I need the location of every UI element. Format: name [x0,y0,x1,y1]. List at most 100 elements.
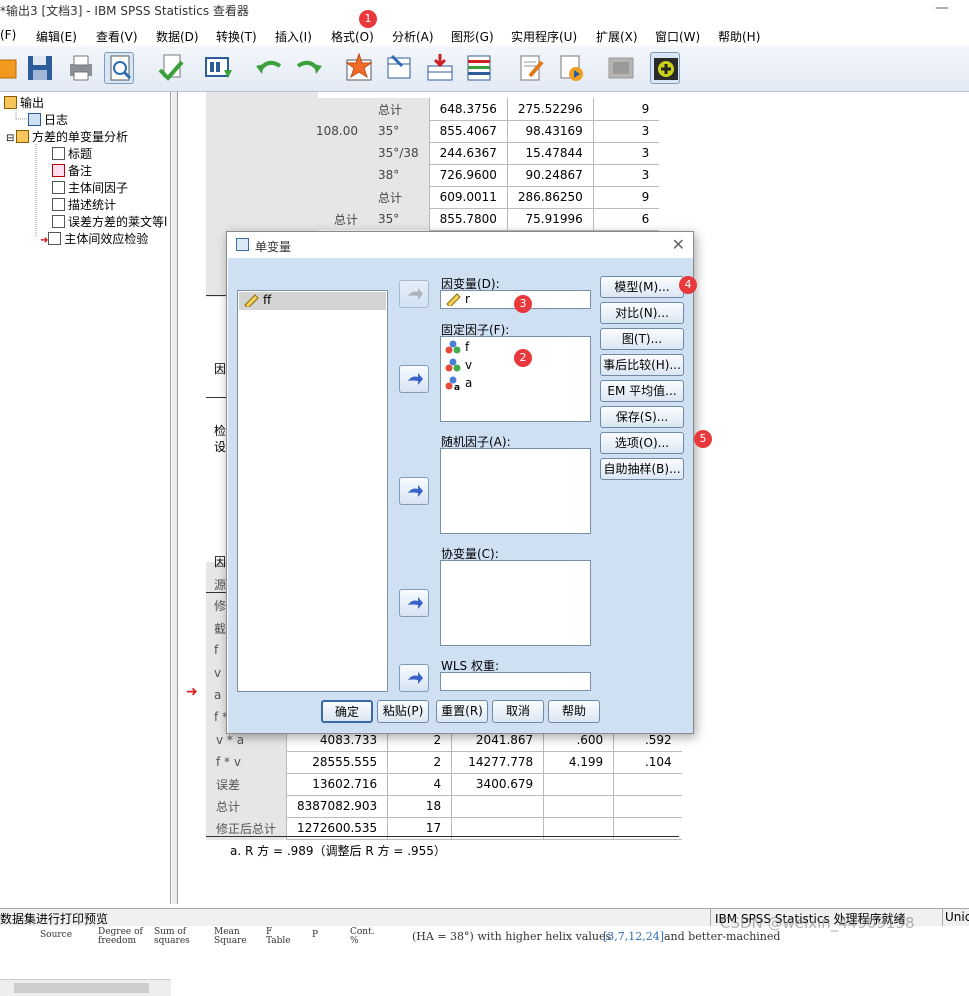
left-fragment-7: f [214,643,219,657]
table-cell: 35°/38 [368,142,430,164]
menu-edit[interactable]: 编辑(E) [36,28,77,45]
contrasts-button[interactable]: 对比(N)... [600,302,684,324]
table-row: 35°/38 244.6367 15.47844 3 [306,142,660,165]
dialog-title: 单变量 [255,240,292,254]
redo-icon[interactable] [294,52,324,84]
print-preview-icon[interactable] [104,52,134,84]
bootstrap-button[interactable]: 自助抽样(B)... [600,458,684,480]
goto-data-icon[interactable] [344,52,374,84]
left-fragment-9: a [214,688,222,702]
table-row: 误差 13602.716 4 3400.679 [206,773,682,796]
effects-table: v * a 4083.733 2 2041.867.600.592 f * v 28555… [206,729,682,840]
plots-button[interactable]: 图(T)... [600,328,684,350]
tree-item-descriptives[interactable]: 描述统计 [52,196,116,213]
move-to-wls-button[interactable] [399,664,429,692]
table-cell: 18 [387,795,452,818]
table-cell: 3 [592,164,660,187]
bg-text: P [312,930,319,940]
add-icon[interactable] [650,52,680,84]
move-to-covariate-button[interactable] [399,589,429,617]
reset-button[interactable]: 重置(R) [436,700,488,723]
move-to-dependent-button[interactable] [399,280,429,308]
source-variable-list[interactable]: ff [237,290,388,692]
help-button[interactable]: 帮助 [548,700,600,723]
tree-item-levene[interactable]: 误差方差的莱文等l [52,213,167,230]
menu-format[interactable]: 格式(O) [331,28,374,45]
menu-insert[interactable]: 插入(I) [275,28,312,45]
dialog-title-bar: 单变量 ✕ [227,232,693,258]
recall-dialog-icon[interactable] [204,52,234,84]
close-icon[interactable]: ✕ [672,235,685,254]
right-arrow-icon [408,373,423,385]
designate-window-icon[interactable] [516,52,546,84]
dependent-var-r[interactable]: r [445,292,470,309]
menu-window[interactable]: 窗口(W) [655,28,700,45]
options-button[interactable]: 选项(O)... [600,432,684,454]
right-arrow-icon [408,485,423,497]
nominal-icon [445,358,461,375]
table-cell: 8387082.903 [286,795,388,818]
menu-transform[interactable]: 转换(T) [216,28,257,45]
nominal-icon [445,340,461,357]
table-cell: 28555.555 [286,751,388,774]
menu-analyze[interactable]: 分析(A) [392,28,434,45]
model-button[interactable]: 模型(M)... [600,276,684,298]
table-rule-2 [206,397,226,398]
fixed-var-v[interactable]: v [445,358,472,375]
save-button[interactable]: 保存(S)... [600,406,684,428]
right-arrow-icon [408,672,423,684]
variables-icon[interactable] [424,52,454,84]
table-row: 总计 35° 855.7800 75.91996 6 [306,208,660,231]
table-cell: 4 [387,773,452,796]
tree-item-factors[interactable]: 主体间因子 [52,179,128,196]
post-hoc-button[interactable]: 事后比较(H)... [600,354,684,376]
goto-case-icon[interactable] [384,52,414,84]
menu-view[interactable]: 查看(V) [96,28,138,45]
ok-button[interactable]: 确定 [321,700,373,723]
print-icon[interactable] [66,52,96,84]
table-cell: 648.3756 [428,98,508,121]
outline-scrollbar[interactable] [0,979,171,996]
move-to-random-button[interactable] [399,477,429,505]
bg-text: F Table [266,927,291,946]
menu-utilities[interactable]: 实用程序(U) [511,28,577,45]
disabled-tool-icon[interactable] [606,52,636,84]
split-file-icon[interactable] [464,52,494,84]
bg-text: Cont. % [350,927,375,946]
table-cell: 35° [368,120,430,142]
save-icon[interactable] [26,52,56,84]
open-icon[interactable] [0,52,18,84]
menu-data[interactable]: 数据(D) [156,28,199,45]
minimize-icon[interactable]: — [935,0,949,16]
menu-help[interactable]: 帮助(H) [718,28,760,45]
table-cell: 总计 [306,208,368,230]
descriptives-table: 总计 648.3756 275.52296 9 108.00 35° 855.4067 98.… [306,98,660,231]
annotation-badge-5: 5 [694,430,712,448]
menu-graphs[interactable]: 图形(G) [451,28,494,45]
wls-field[interactable] [440,672,591,691]
bg-text: Degree of freedom [98,927,143,946]
move-to-fixed-button[interactable] [399,365,429,393]
table-row: 总计 8387082.903 18 [206,795,682,818]
fixed-var-a[interactable]: aa [445,376,472,393]
undo-icon[interactable] [254,52,284,84]
menu-file[interactable]: (F) [0,28,16,42]
table-cell: 108.00 [306,120,368,142]
source-var-ff[interactable]: ff [243,293,271,310]
table-cell: 6 [592,208,660,231]
fixed-var-f[interactable]: f [445,340,469,357]
current-item-arrow-icon: ➜ [186,684,198,700]
paste-button[interactable]: 粘贴(P) [377,700,429,723]
scroll-thumb[interactable] [14,983,149,993]
cancel-button[interactable]: 取消 [492,700,544,723]
em-means-button[interactable]: EM 平均值... [600,380,684,402]
menu-extensions[interactable]: 扩展(X) [596,28,638,45]
fixed-factor-list[interactable]: f v aa [440,336,591,422]
random-factor-list[interactable] [440,448,591,534]
covariate-list[interactable] [440,560,591,646]
table-cell: 286.86250 [506,186,594,209]
run-script-icon[interactable] [556,52,586,84]
left-fragment-5: 修 [214,599,227,613]
export-icon[interactable] [156,52,186,84]
title-bar: *输出3 [文档3] - IBM SPSS Statistics 查看器 — [0,0,969,22]
